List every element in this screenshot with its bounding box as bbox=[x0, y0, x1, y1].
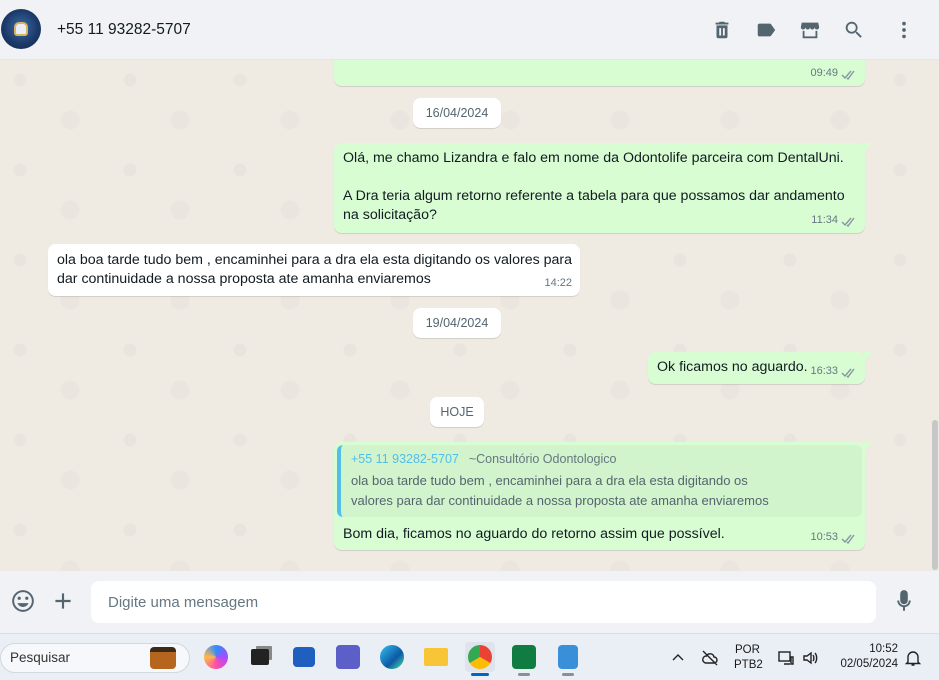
notepad-icon[interactable] bbox=[553, 642, 583, 676]
date-divider: 19/04/2024 bbox=[413, 308, 501, 338]
message-outgoing[interactable]: Ok ficamos no aguardo. 16:33 bbox=[648, 352, 872, 384]
attach-plus-icon[interactable] bbox=[48, 586, 78, 616]
bubble-tail bbox=[864, 442, 872, 452]
copilot-icon[interactable] bbox=[201, 642, 231, 672]
running-indicator bbox=[562, 673, 574, 676]
system-clock[interactable]: 10:52 02/05/2024 bbox=[835, 643, 898, 670]
emoji-icon[interactable] bbox=[8, 586, 38, 616]
contact-avatar[interactable] bbox=[1, 9, 41, 49]
message-input[interactable] bbox=[91, 581, 876, 623]
composer-bar bbox=[0, 571, 939, 633]
bubble-tail bbox=[864, 143, 872, 153]
store-icon[interactable] bbox=[796, 16, 824, 44]
cloud-offline-icon[interactable] bbox=[700, 648, 720, 668]
message-text: A Dra teria algum retorno referente a ta… bbox=[343, 188, 845, 223]
double-check-icon bbox=[841, 68, 857, 81]
quoted-message[interactable]: +55 11 93282-5707 ~Consultório Odontolog… bbox=[337, 445, 862, 517]
teams-icon[interactable] bbox=[333, 642, 363, 672]
language-indicator[interactable]: POR PTB2 bbox=[734, 644, 763, 671]
clock-date: 02/05/2024 bbox=[840, 658, 898, 670]
label-icon[interactable] bbox=[752, 16, 780, 44]
double-check-icon bbox=[841, 366, 857, 379]
file-explorer-icon[interactable] bbox=[421, 642, 451, 672]
message-meta: 11:34 bbox=[811, 211, 857, 230]
search-icon[interactable] bbox=[840, 16, 868, 44]
date-divider: 16/04/2024 bbox=[413, 98, 501, 128]
running-indicator bbox=[518, 673, 530, 676]
briefcase-icon bbox=[150, 647, 176, 669]
bubble-tail bbox=[864, 352, 872, 362]
message-meta: 10:53 bbox=[810, 528, 857, 547]
message-time: 10:53 bbox=[810, 531, 838, 543]
taskbar-search-label: Pesquisar bbox=[10, 650, 71, 665]
quoted-sender: +55 11 93282-5707 bbox=[351, 452, 459, 466]
task-view-icon[interactable] bbox=[245, 642, 275, 672]
language-code: POR bbox=[735, 644, 760, 656]
message-time: 09:49 bbox=[810, 67, 838, 79]
message-text: Bom dia, ficamos no aguardo do retorno a… bbox=[343, 526, 725, 542]
scrollbar-thumb[interactable] bbox=[932, 420, 938, 570]
active-indicator bbox=[471, 673, 489, 676]
message-outgoing[interactable]: 09:49 bbox=[334, 60, 865, 86]
message-outgoing[interactable]: +55 11 93282-5707 ~Consultório Odontolog… bbox=[334, 442, 872, 550]
quoted-alias: ~Consultório Odontologico bbox=[468, 452, 617, 466]
windows-taskbar: Pesquisar POR PTB2 10:52 02/05/2024 bbox=[0, 633, 939, 680]
message-outgoing[interactable]: Olá, me chamo Lizandra e falo em nome da… bbox=[334, 143, 872, 233]
message-meta: 09:49 bbox=[810, 64, 857, 83]
date-divider: HOJE bbox=[430, 397, 484, 427]
delete-icon[interactable] bbox=[708, 16, 736, 44]
volume-icon[interactable] bbox=[800, 648, 820, 668]
message-meta: 16:33 bbox=[810, 362, 857, 381]
message-text: ola boa tarde tudo bem , encaminhei para… bbox=[57, 252, 573, 287]
keyboard-layout: PTB2 bbox=[734, 659, 763, 671]
double-check-icon bbox=[841, 215, 857, 228]
double-check-icon bbox=[841, 532, 857, 545]
tooth-logo-icon bbox=[14, 22, 28, 36]
chrome-icon[interactable] bbox=[465, 642, 495, 676]
message-time: 11:34 bbox=[811, 214, 838, 226]
menu-icon[interactable] bbox=[890, 16, 918, 44]
microphone-icon[interactable] bbox=[889, 586, 919, 616]
clock-time: 10:52 bbox=[869, 643, 898, 655]
message-meta: 14:22 bbox=[544, 274, 572, 293]
chat-scrollbar[interactable] bbox=[931, 60, 939, 571]
microsoft-store-icon[interactable] bbox=[289, 642, 319, 672]
excel-icon[interactable] bbox=[509, 642, 539, 676]
edge-icon[interactable] bbox=[377, 642, 407, 672]
quoted-text: valores para dar continuidade a nossa pr… bbox=[351, 493, 769, 508]
chat-header: +55 11 93282-5707 bbox=[0, 0, 939, 60]
message-incoming[interactable]: ola boa tarde tudo bem , encaminhei para… bbox=[48, 244, 580, 296]
taskbar-search[interactable]: Pesquisar bbox=[0, 643, 190, 673]
network-icon[interactable] bbox=[776, 648, 796, 668]
chevron-up-icon[interactable] bbox=[668, 648, 688, 668]
conversation-panel: 09:49 16/04/2024 Olá, me chamo Lizandra … bbox=[0, 60, 931, 571]
quoted-text: ola boa tarde tudo bem , encaminhei para… bbox=[351, 473, 748, 488]
message-time: 14:22 bbox=[544, 277, 572, 289]
notification-bell-icon[interactable] bbox=[903, 648, 923, 668]
message-text: Olá, me chamo Lizandra e falo em nome da… bbox=[343, 150, 844, 166]
message-time: 16:33 bbox=[810, 365, 838, 377]
contact-name[interactable]: +55 11 93282-5707 bbox=[57, 21, 191, 39]
